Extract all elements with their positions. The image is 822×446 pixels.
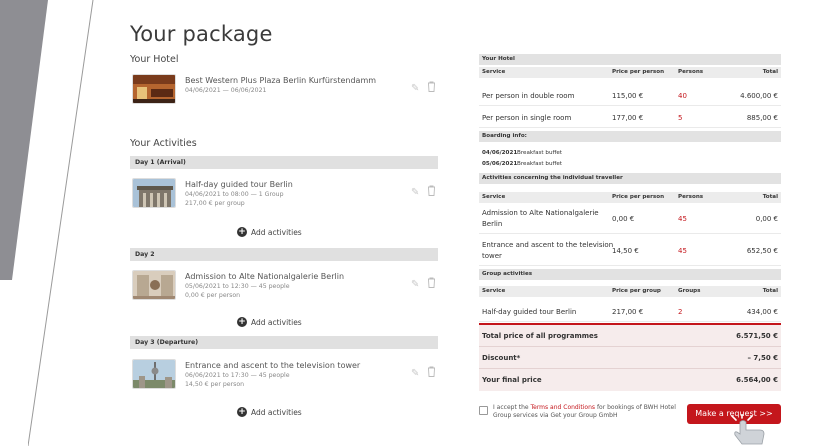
activity-photo bbox=[132, 178, 176, 208]
terms-text: I accept the Terms and Conditions for bo… bbox=[493, 404, 676, 419]
trash-icon[interactable] bbox=[427, 366, 436, 377]
table-row: Admission to Alte Nationalgalerie Berlin… bbox=[479, 206, 781, 234]
activity-detail: 06/06/2021 to 17:30 — 45 people bbox=[185, 372, 290, 379]
terms-checkbox[interactable] bbox=[479, 406, 488, 415]
add-activities-button[interactable]: + Add activities bbox=[237, 407, 302, 417]
table-row: Per person in single room 177,00 € 5 885… bbox=[479, 108, 781, 128]
day-3-header: Day 3 (Departure) bbox=[130, 336, 438, 349]
activity-name: Admission to Alte Nationalgalerie Berlin bbox=[185, 272, 345, 281]
table-row: Entrance and ascent to the television to… bbox=[479, 238, 781, 266]
boarding-header: Boarding info: bbox=[479, 131, 781, 142]
hand-pointer-icon bbox=[731, 414, 765, 445]
hotel-summary-header: Your Hotel bbox=[479, 54, 781, 65]
edit-icon[interactable]: ✎ bbox=[411, 368, 419, 379]
activity-detail: 05/06/2021 to 12:30 — 45 people bbox=[185, 283, 290, 290]
terms-link[interactable]: Terms and Conditions bbox=[530, 404, 595, 411]
group-activities-header: Group activities bbox=[479, 269, 781, 280]
col-persons: Persons bbox=[678, 69, 704, 75]
group-column-headers: Service Price per group Groups Total bbox=[479, 286, 781, 297]
activity-detail: 04/06/2021 to 08:00 — 1 Group bbox=[185, 191, 284, 198]
trash-icon[interactable] bbox=[427, 185, 436, 196]
edit-icon[interactable]: ✎ bbox=[411, 187, 419, 198]
activity-item-day-1: Half-day guided tour Berlin 04/06/2021 t… bbox=[130, 176, 440, 216]
col-service: Service bbox=[482, 69, 506, 75]
day-1-header: Day 1 (Arrival) bbox=[130, 156, 438, 169]
add-activities-label: Add activities bbox=[251, 407, 302, 417]
activity-price: 217,00 € per group bbox=[185, 200, 245, 207]
activity-item-day-3: Entrance and ascent to the television to… bbox=[130, 357, 440, 397]
activity-photo bbox=[132, 270, 176, 300]
hotel-column-headers: Service Price per person Persons Total bbox=[479, 67, 781, 78]
table-row: Half-day guided tour Berlin 217,00 € 2 4… bbox=[479, 302, 781, 322]
totals-divider bbox=[479, 323, 781, 325]
hotel-section-label: Your Hotel bbox=[130, 54, 179, 65]
activity-name: Half-day guided tour Berlin bbox=[185, 180, 293, 189]
add-activities-label: Add activities bbox=[251, 317, 302, 327]
trash-icon[interactable] bbox=[427, 81, 436, 92]
plus-icon: + bbox=[237, 317, 247, 327]
activity-name: Entrance and ascent to the television to… bbox=[185, 361, 361, 370]
day-2-header: Day 2 bbox=[130, 248, 438, 261]
activities-section-label: Your Activities bbox=[130, 138, 197, 149]
page-title: Your package bbox=[130, 22, 273, 46]
hotel-name: Best Western Plus Plaza Berlin Kurfürste… bbox=[185, 76, 377, 85]
total-programmes-row: Total price of all programmes 6.571,50 € bbox=[479, 325, 781, 347]
add-activities-button[interactable]: + Add activities bbox=[237, 317, 302, 327]
discount-row: Discount* – 7,50 € bbox=[479, 347, 781, 369]
add-activities-label: Add activities bbox=[251, 227, 302, 237]
plus-icon: + bbox=[237, 407, 247, 417]
final-price-row: Your final price 6.564,00 € bbox=[479, 369, 781, 391]
table-row: Per person in double room 115,00 € 40 4.… bbox=[479, 86, 781, 106]
hotel-photo bbox=[132, 74, 176, 104]
individual-activities-header: Activities concerning the individual tra… bbox=[479, 173, 781, 184]
edit-icon[interactable]: ✎ bbox=[411, 83, 419, 94]
activity-photo bbox=[132, 359, 176, 389]
hotel-dates: 04/06/2021 — 06/06/2021 bbox=[185, 87, 267, 94]
trash-icon[interactable] bbox=[427, 277, 436, 288]
add-activities-button[interactable]: + Add activities bbox=[237, 227, 302, 237]
hotel-item: Best Western Plus Plaza Berlin Kurfürste… bbox=[130, 72, 440, 112]
col-total: Total bbox=[762, 69, 778, 75]
col-price: Price per person bbox=[612, 69, 665, 75]
activity-item-day-2: Admission to Alte Nationalgalerie Berlin… bbox=[130, 268, 440, 308]
activity-price: 14,50 € per person bbox=[185, 381, 245, 388]
activity-price: 0,00 € per person bbox=[185, 292, 241, 299]
edit-icon[interactable]: ✎ bbox=[411, 279, 419, 290]
individual-column-headers: Service Price per person Persons Total bbox=[479, 192, 781, 203]
plus-icon: + bbox=[237, 227, 247, 237]
